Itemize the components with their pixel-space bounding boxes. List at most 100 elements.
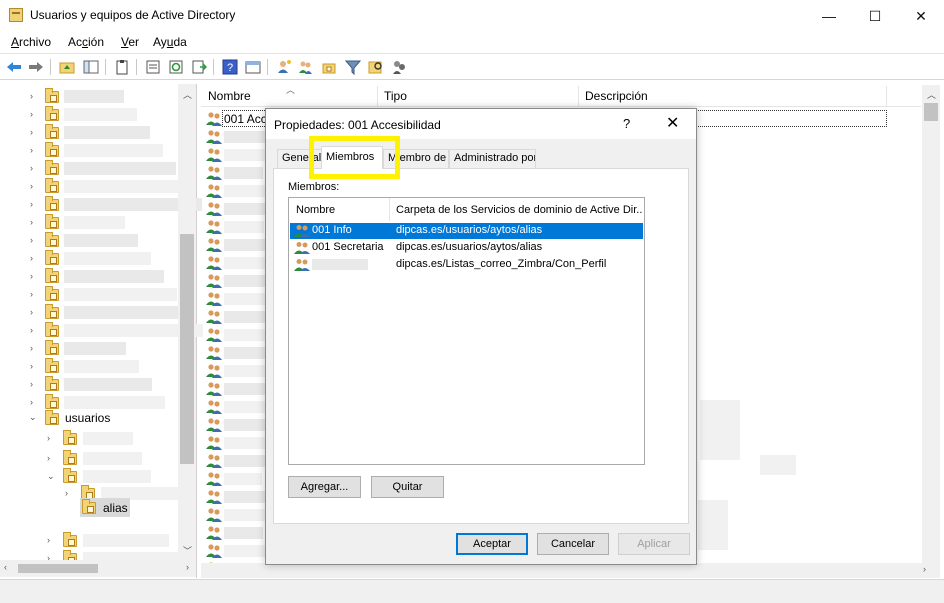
help-icon[interactable]: ? bbox=[222, 59, 238, 75]
chevron-right-icon[interactable]: › bbox=[47, 434, 55, 443]
chevron-right-icon[interactable]: › bbox=[30, 344, 38, 353]
chevron-down-icon[interactable]: ⌄ bbox=[29, 413, 37, 422]
chevron-right-icon[interactable]: › bbox=[30, 128, 38, 137]
chevron-right-icon[interactable]: › bbox=[30, 290, 38, 299]
delegate-icon[interactable] bbox=[391, 59, 407, 75]
tree-node[interactable]: › bbox=[0, 321, 203, 339]
forward-arrow-icon[interactable] bbox=[28, 59, 44, 75]
tree-node[interactable]: › bbox=[0, 231, 178, 249]
member-row[interactable]: 001 Secretaria dipcas.es/usuarios/aytos/a… bbox=[290, 240, 643, 256]
column-divider[interactable] bbox=[578, 86, 579, 106]
console-icon[interactable] bbox=[245, 59, 261, 75]
scroll-thumb[interactable] bbox=[180, 234, 194, 464]
tree-node[interactable]: › bbox=[0, 449, 178, 467]
chevron-right-icon[interactable]: › bbox=[30, 146, 38, 155]
member-row[interactable]: dipcas.es/Listas_correo_Zimbra/Con_Perfi… bbox=[290, 257, 643, 273]
close-button[interactable]: ✕ bbox=[898, 0, 944, 32]
scroll-thumb[interactable] bbox=[18, 564, 98, 573]
column-header-descripcion[interactable]: Descripción bbox=[585, 89, 648, 103]
menu-ayuda[interactable]: Ayuda bbox=[153, 35, 187, 49]
refresh-icon[interactable] bbox=[168, 59, 184, 75]
menu-archivo[interactable]: Archivo bbox=[11, 35, 51, 49]
menu-ver[interactable]: Ver bbox=[121, 35, 139, 49]
tree-node[interactable]: › bbox=[0, 159, 178, 177]
chevron-right-icon[interactable]: › bbox=[30, 182, 38, 191]
chevron-right-icon[interactable]: › bbox=[30, 200, 38, 209]
column-header-tipo[interactable]: Tipo bbox=[384, 89, 407, 103]
tree-node-alias[interactable]: alias bbox=[80, 498, 130, 517]
properties-icon[interactable] bbox=[145, 59, 161, 75]
cancel-button[interactable]: Cancelar bbox=[537, 533, 609, 555]
scroll-down-icon[interactable]: ﹀ bbox=[183, 544, 192, 557]
column-divider[interactable] bbox=[377, 86, 378, 106]
scroll-thumb[interactable] bbox=[924, 103, 938, 121]
chevron-right-icon[interactable]: › bbox=[30, 272, 38, 281]
chevron-right-icon[interactable]: › bbox=[30, 308, 38, 317]
chevron-right-icon[interactable]: › bbox=[65, 489, 73, 498]
tree-node[interactable]: › bbox=[0, 213, 178, 231]
add-user-icon[interactable] bbox=[276, 59, 292, 75]
tree-node[interactable]: › bbox=[0, 267, 178, 285]
tab-administrado-por[interactable]: Administrado por bbox=[449, 149, 536, 168]
column-header-nombre[interactable]: Nombre bbox=[208, 89, 251, 103]
tree-node[interactable]: › bbox=[0, 339, 178, 357]
tree-node[interactable]: › bbox=[0, 249, 178, 267]
dialog-help-button[interactable]: ? bbox=[623, 116, 630, 131]
tree-node[interactable]: ⌄ bbox=[0, 467, 178, 485]
chevron-right-icon[interactable]: › bbox=[30, 362, 38, 371]
add-button[interactable]: Agregar... bbox=[288, 476, 361, 498]
chevron-right-icon[interactable]: › bbox=[30, 254, 38, 263]
tree-node[interactable]: › bbox=[0, 531, 178, 549]
maximize-button[interactable]: ☐ bbox=[852, 0, 898, 32]
chevron-right-icon[interactable]: › bbox=[47, 536, 55, 545]
members-column-nombre[interactable]: Nombre bbox=[289, 198, 389, 221]
clipboard-icon[interactable] bbox=[114, 59, 130, 75]
tree-node[interactable]: › bbox=[0, 123, 178, 141]
tree-horizontal-scrollbar[interactable]: ‹ › bbox=[0, 560, 196, 577]
chevron-right-icon[interactable]: › bbox=[30, 380, 38, 389]
scroll-right-icon[interactable]: › bbox=[186, 562, 189, 572]
tree-node[interactable]: › bbox=[0, 429, 178, 447]
back-arrow-icon[interactable] bbox=[6, 59, 22, 75]
ok-button[interactable]: Aceptar bbox=[456, 533, 528, 555]
chevron-right-icon[interactable]: › bbox=[30, 398, 38, 407]
scroll-right-icon[interactable]: › bbox=[923, 564, 926, 574]
chevron-down-icon[interactable]: ⌄ bbox=[47, 472, 55, 481]
scroll-up-icon[interactable]: ︿ bbox=[927, 88, 936, 101]
list-horizontal-scrollbar[interactable]: › bbox=[201, 563, 940, 578]
scroll-left-icon[interactable]: ‹ bbox=[4, 562, 7, 572]
tree-vertical-scrollbar[interactable]: ︿ ﹀ bbox=[178, 84, 196, 560]
scroll-up-icon[interactable]: ︿ bbox=[183, 88, 192, 101]
tree-node[interactable]: › bbox=[0, 375, 178, 393]
filter-icon[interactable] bbox=[345, 59, 361, 75]
tree-node[interactable]: › bbox=[0, 303, 190, 321]
minimize-button[interactable]: — bbox=[806, 0, 852, 32]
show-tree-icon[interactable] bbox=[83, 59, 99, 75]
chevron-right-icon[interactable]: › bbox=[47, 454, 55, 463]
tree-node[interactable]: › bbox=[0, 285, 178, 303]
dialog-close-button[interactable]: ✕ bbox=[666, 113, 679, 133]
tree-node[interactable]: › bbox=[0, 177, 189, 195]
list-vertical-scrollbar[interactable]: ︿ bbox=[922, 85, 940, 563]
add-ou-icon[interactable] bbox=[321, 59, 337, 75]
tree-node[interactable]: › bbox=[0, 105, 178, 123]
tree-node[interactable]: › bbox=[0, 195, 202, 213]
member-row[interactable]: 001 Info dipcas.es/usuarios/aytos/alias bbox=[290, 223, 643, 239]
tree-node[interactable]: › bbox=[0, 357, 178, 375]
chevron-right-icon[interactable]: › bbox=[30, 110, 38, 119]
remove-button[interactable]: Quitar bbox=[371, 476, 444, 498]
add-group-icon[interactable] bbox=[298, 59, 314, 75]
chevron-right-icon[interactable]: › bbox=[30, 236, 38, 245]
export-icon[interactable] bbox=[191, 59, 207, 75]
chevron-right-icon[interactable]: › bbox=[30, 164, 38, 173]
chevron-right-icon[interactable]: › bbox=[30, 326, 38, 335]
find-icon[interactable] bbox=[368, 59, 384, 75]
column-divider[interactable] bbox=[886, 86, 887, 106]
chevron-right-icon[interactable]: › bbox=[30, 92, 38, 101]
tree-node[interactable]: › bbox=[0, 87, 178, 105]
up-folder-icon[interactable] bbox=[59, 59, 75, 75]
chevron-right-icon[interactable]: › bbox=[30, 218, 38, 227]
tree-node-usuarios[interactable]: ⌄ usuarios bbox=[0, 409, 178, 427]
members-column-carpeta[interactable]: Carpeta de los Servicios de dominio de A… bbox=[389, 198, 643, 221]
menu-accion[interactable]: Acción bbox=[68, 35, 104, 49]
